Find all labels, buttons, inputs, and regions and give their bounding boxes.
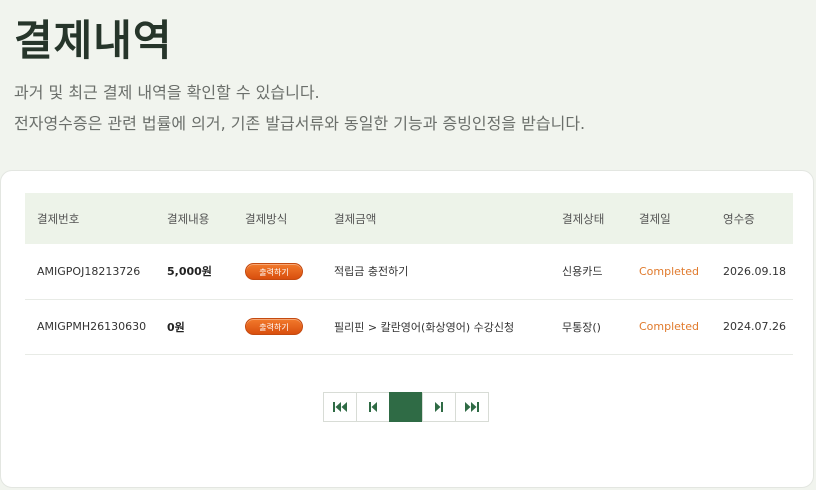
first-page-icon [333, 402, 347, 412]
receipt-notice: 전자영수증은 관련 법률에 의거, 기존 발급서류와 동일한 기능과 증빙인정을… [14, 114, 586, 133]
current-page-button[interactable] [389, 392, 423, 422]
next-page-button[interactable] [422, 392, 456, 422]
column-header: 결제방식 [233, 193, 322, 244]
last-page-icon [465, 402, 479, 412]
print-cell: 출력하기 [233, 299, 322, 355]
payment-method: 신용카드 [550, 244, 627, 300]
column-header: 결제일 [627, 193, 711, 244]
page-title: 결제내역 [14, 16, 173, 65]
payment-status: Completed [627, 244, 711, 300]
payment-status: Completed [627, 299, 711, 355]
page-header: 결제내역 과거 및 최근 결제 내역을 확인할 수 있습니다. 전자영수증은 관… [14, 14, 804, 139]
payment-amount: 5,000원 [155, 244, 233, 300]
payment-id: AMIGPOJ18213726 [25, 244, 155, 300]
table-row: AMIGPOJ18213726 5,000원 출력하기 적립금 충전하기 신용카… [25, 244, 793, 300]
column-header: 결제번호 [25, 193, 155, 244]
print-receipt-button[interactable]: 출력하기 [245, 318, 303, 335]
prev-page-icon [369, 402, 377, 412]
payment-date: 2024.07.26 [711, 299, 793, 355]
pagination [323, 392, 489, 422]
payment-method: 무통장() [550, 299, 627, 355]
prev-page-button[interactable] [356, 392, 390, 422]
payment-history-card: 결제번호 결제내용 결제방식 결제금액 결제상태 결제일 영수증 AMIGPOJ… [0, 170, 814, 488]
payment-content: 적립금 충전하기 [322, 244, 550, 300]
last-page-button[interactable] [455, 392, 489, 422]
page-description: 과거 및 최근 결제 내역을 확인할 수 있습니다. [14, 83, 320, 102]
first-page-button[interactable] [323, 392, 357, 422]
payment-content: 필리핀 > 칼란영어(화상영어) 수강신청 [322, 299, 550, 355]
column-header: 결제상태 [550, 193, 627, 244]
payment-amount: 0원 [155, 299, 233, 355]
column-header: 영수증 [711, 193, 793, 244]
table-header-row: 결제번호 결제내용 결제방식 결제금액 결제상태 결제일 영수증 [25, 193, 793, 244]
print-cell: 출력하기 [233, 244, 322, 300]
payment-date: 2026.09.18 [711, 244, 793, 300]
print-receipt-button[interactable]: 출력하기 [245, 262, 303, 280]
table-row: AMIGPMH26130630 0원 출력하기 필리핀 > 칼란영어(화상영어)… [25, 299, 793, 355]
column-header: 결제내용 [155, 193, 233, 244]
payment-id: AMIGPMH26130630 [25, 299, 155, 355]
payment-table: 결제번호 결제내용 결제방식 결제금액 결제상태 결제일 영수증 AMIGPOJ… [25, 193, 793, 355]
column-header: 결제금액 [322, 193, 550, 244]
next-page-icon [435, 402, 443, 412]
